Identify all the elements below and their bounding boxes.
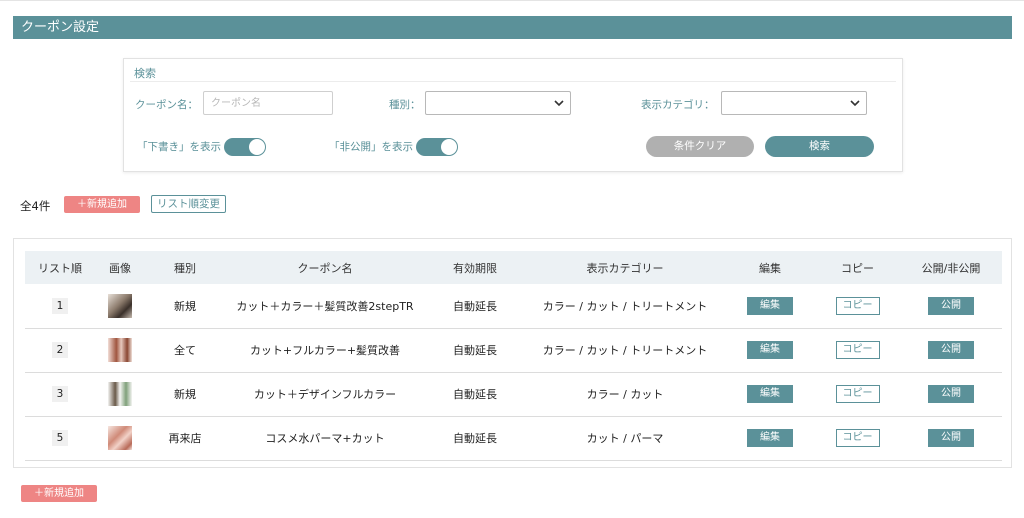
search-button[interactable]: 検索 [765, 136, 874, 157]
row-type: 新規 [174, 388, 196, 401]
edit-button[interactable]: 編集 [747, 296, 793, 315]
copy-button[interactable]: コピー [835, 341, 880, 359]
table-header-row: リスト順 画像 種別 クーポン名 有効期限 表示カテゴリー 編集 コピー 公開/… [25, 251, 1002, 284]
table-row: 1 新規 カット＋カラー＋髪質改善2stepTR 自動延長 カラー / カット … [25, 284, 1002, 328]
col-header-image: 画像 [109, 261, 131, 275]
row-category: カラー / カット / トリートメント [542, 344, 708, 357]
show-draft-toggle[interactable] [224, 138, 266, 156]
row-order: 2 [51, 342, 69, 358]
row-name: カット＋カラー＋髪質改善2stepTR [236, 299, 414, 313]
row-validity: 自動延長 [453, 299, 497, 313]
coupon-name-input[interactable] [203, 91, 333, 115]
copy-button[interactable]: コピー [835, 385, 880, 403]
table-row: 2 全て カット+フルカラー+髪質改善 自動延長 カラー / カット / トリー… [25, 328, 1002, 372]
coupon-image [108, 426, 132, 450]
coupon-table-card: リスト順 画像 種別 クーポン名 有効期限 表示カテゴリー 編集 コピー 公開/… [13, 238, 1012, 468]
table-row: 5 再来店 コスメ水パーマ+カット 自動延長 カット / パーマ 編集 コピー … [25, 416, 1002, 460]
search-legend: 検索 [134, 67, 156, 80]
col-header-edit: 編集 [759, 261, 781, 275]
publish-button[interactable]: 公開 [928, 385, 974, 403]
result-count: 全4件 [20, 199, 51, 213]
row-validity: 自動延長 [453, 388, 497, 401]
chevron-down-icon [554, 100, 564, 107]
row-type: 新規 [174, 299, 196, 313]
reorder-button[interactable]: リスト順変更 [151, 195, 226, 213]
col-header-copy: コピー [841, 261, 874, 275]
row-name: カット+フルカラー+髪質改善 [249, 344, 401, 357]
row-category: カラー / カット / トリートメント [542, 299, 708, 313]
show-private-label: 「非公開」を表示 [329, 141, 413, 153]
col-header-name: クーポン名 [297, 261, 353, 275]
copy-button[interactable]: コピー [835, 296, 880, 315]
row-order: 1 [51, 297, 69, 314]
col-header-type: 種別 [174, 261, 196, 275]
top-border [0, 0, 1024, 1]
search-panel: 検索 クーポン名： 種別： 表示カテゴリ： 「下書き」を表示 「非公開」を表示 … [123, 58, 903, 172]
type-select[interactable] [425, 91, 571, 115]
coupon-image [108, 293, 132, 318]
clear-conditions-button[interactable]: 条件クリア [646, 136, 754, 157]
row-order: 5 [51, 430, 69, 446]
col-header-category: 表示カテゴリー [586, 261, 664, 275]
edit-button[interactable]: 編集 [747, 341, 793, 359]
row-validity: 自動延長 [453, 432, 497, 445]
publish-button[interactable]: 公開 [928, 429, 974, 447]
category-select[interactable] [721, 91, 867, 115]
coupon-image [108, 382, 132, 406]
col-header-validity: 有効期限 [453, 261, 497, 275]
row-category: カット / パーマ [586, 432, 664, 445]
toggle-knob [441, 139, 457, 155]
row-category: カラー / カット [586, 388, 664, 401]
coupon-image [108, 338, 132, 362]
type-label: 種別： [389, 99, 421, 111]
coupon-table: リスト順 画像 種別 クーポン名 有効期限 表示カテゴリー 編集 コピー 公開/… [25, 251, 1002, 461]
row-type: 再来店 [168, 432, 202, 445]
page-title: クーポン設定 [21, 20, 100, 35]
table-row: 3 新規 カット＋デザインフルカラー 自動延長 カラー / カット 編集 コピー… [25, 372, 1002, 416]
toggle-knob [249, 139, 265, 155]
col-header-publish: 公開/非公開 [921, 261, 981, 275]
search-divider [130, 81, 896, 82]
add-new-button[interactable]: ＋新規追加 [64, 196, 140, 213]
edit-button[interactable]: 編集 [747, 429, 793, 447]
coupon-name-label: クーポン名： [135, 99, 198, 111]
row-type: 全て [174, 344, 196, 357]
edit-button[interactable]: 編集 [747, 385, 793, 403]
page-header: クーポン設定 [13, 16, 1012, 39]
copy-button[interactable]: コピー [835, 429, 880, 447]
add-new-button-bottom[interactable]: ＋新規追加 [21, 485, 97, 502]
show-private-toggle[interactable] [416, 138, 458, 156]
row-validity: 自動延長 [453, 344, 497, 357]
row-name: コスメ水パーマ+カット [265, 432, 385, 445]
category-label: 表示カテゴリ： [641, 99, 715, 111]
chevron-down-icon [850, 100, 860, 107]
row-order: 3 [51, 386, 69, 402]
show-draft-label: 「下書き」を表示 [137, 141, 221, 153]
publish-button[interactable]: 公開 [928, 296, 974, 315]
publish-button[interactable]: 公開 [928, 341, 974, 359]
col-header-order[interactable]: リスト順 [25, 251, 95, 284]
row-name: カット＋デザインフルカラー [253, 388, 397, 401]
